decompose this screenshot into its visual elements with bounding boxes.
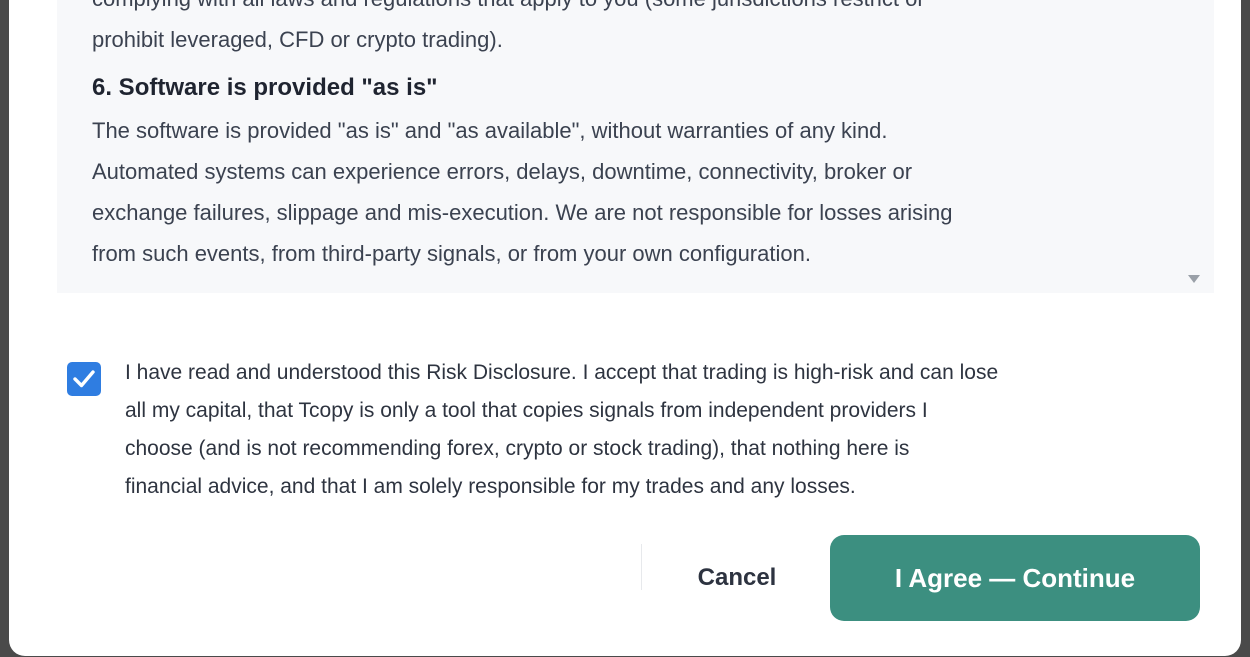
consent-line: I have read and understood this Risk Dis… [125,361,999,384]
agree-continue-button[interactable]: I Agree — Continue [830,535,1200,621]
disclosure-line: exchange failures, slippage and mis-exec… [92,200,953,225]
disclosure-line: complying with all laws and regulations … [92,0,1172,19]
button-divider [641,544,642,590]
disclosure-line: Automated systems can experience errors,… [92,159,913,184]
disclosure-line: The software is provided "as is" and "as… [92,118,888,143]
disclosure-scroll-area[interactable]: complying with all laws and regulations … [57,0,1214,293]
consent-line: financial advice, and that I am solely r… [125,475,856,498]
risk-disclosure-dialog: complying with all laws and regulations … [9,0,1241,656]
consent-label[interactable]: I have read and understood this Risk Dis… [125,354,1205,506]
disclosure-line: prohibit leveraged, CFD or crypto tradin… [92,27,503,52]
consent-checkbox[interactable] [67,362,101,396]
consent-line: all my capital, that Tcopy is only a too… [125,399,928,422]
cancel-button[interactable]: Cancel [657,550,817,606]
disclosure-content: complying with all laws and regulations … [92,0,1172,274]
checkmark-icon [73,370,95,388]
disclosure-line: from such events, from third-party signa… [92,241,811,266]
section-heading: 6. Software is provided "as is" [92,74,438,101]
consent-line: choose (and is not recommending forex, c… [125,437,910,460]
scroll-down-arrow-icon[interactable] [1188,275,1200,283]
